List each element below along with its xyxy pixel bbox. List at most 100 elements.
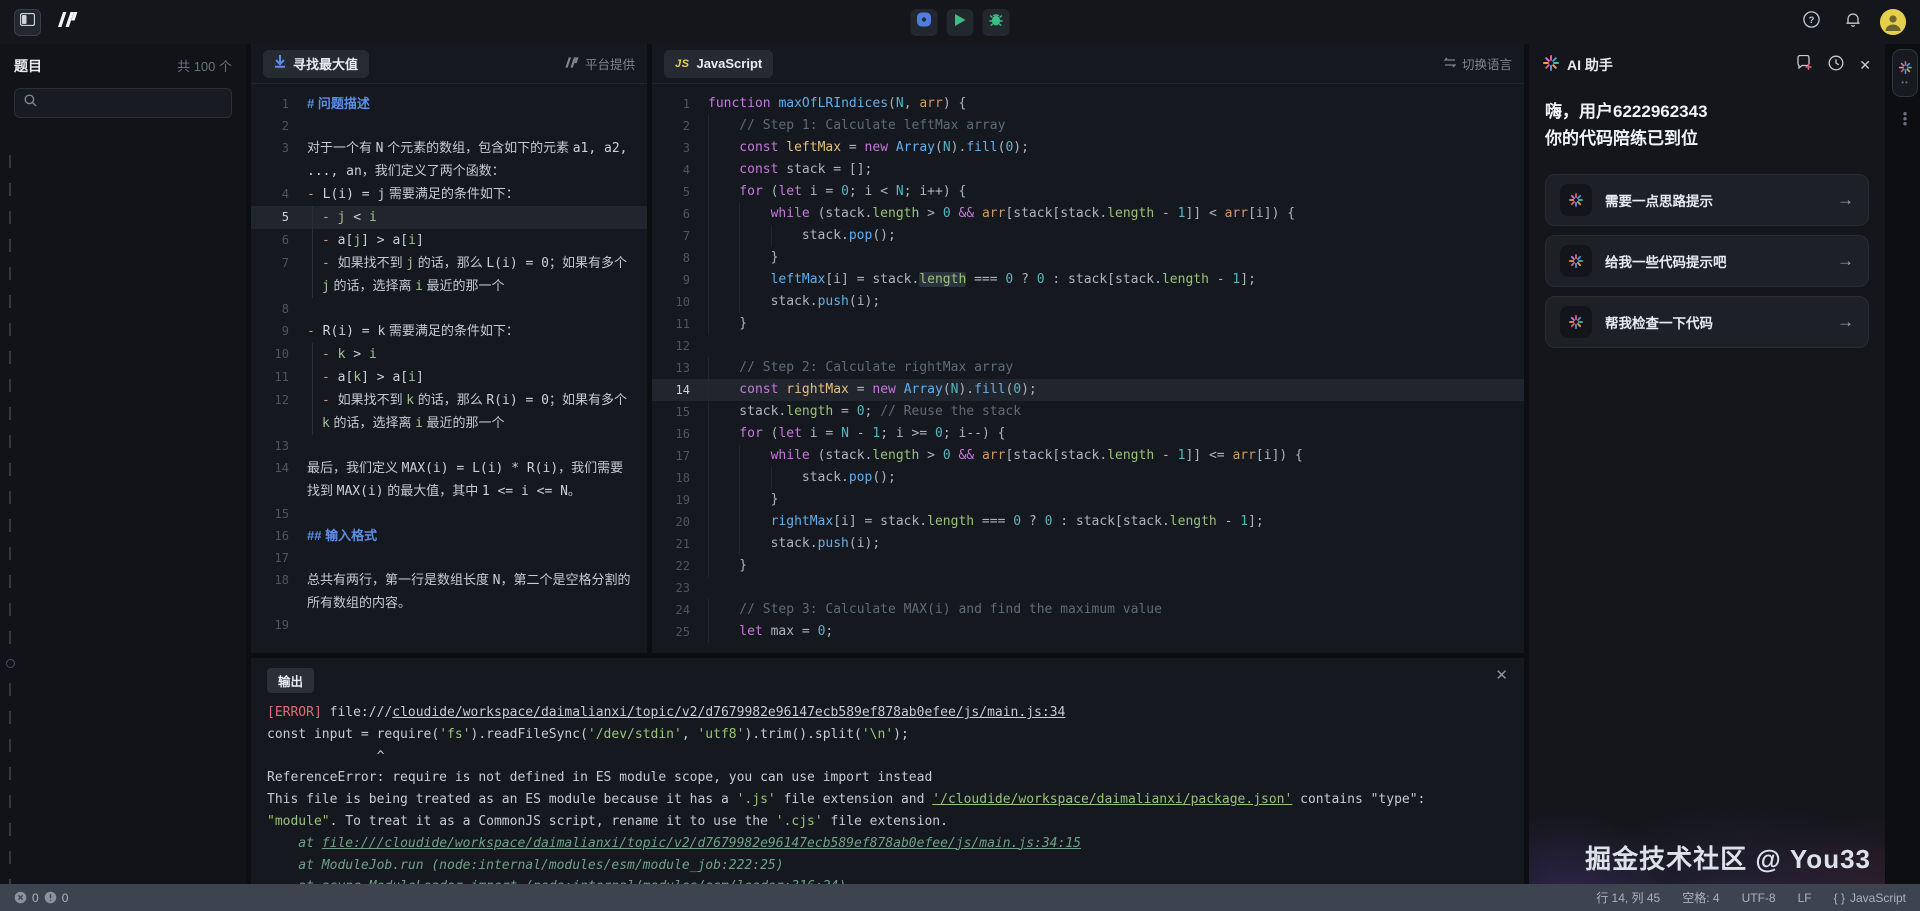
- language-badge[interactable]: JS JavaScript: [664, 50, 773, 78]
- language-label: JavaScript: [696, 56, 762, 71]
- code-line[interactable]: 7stack.pop();: [652, 225, 1524, 247]
- stack-file-link[interactable]: file:///cloudide/workspace/daimalianxi/t…: [322, 836, 1081, 851]
- eol-status[interactable]: LF: [1798, 891, 1812, 905]
- code-editor[interactable]: 1function maxOfLRIndices(N, arr) {2// St…: [652, 84, 1524, 653]
- problem-line[interactable]: 1# 问题描述: [251, 93, 647, 115]
- line-number: 18: [652, 467, 708, 489]
- code-line[interactable]: 13// Step 2: Calculate rightMax array: [652, 357, 1524, 379]
- suggestion-sparkle-icon: [1560, 245, 1592, 277]
- switch-language-button[interactable]: 切换语言: [1444, 54, 1512, 73]
- code-line[interactable]: 14const rightMax = new Array(N).fill(0);: [652, 379, 1524, 401]
- code-line[interactable]: 24// Step 3: Calculate MAX(i) and find t…: [652, 599, 1524, 621]
- ai-toggle-tab[interactable]: ••: [1892, 49, 1918, 97]
- search-box[interactable]: [14, 88, 232, 118]
- output-tab[interactable]: 输出: [267, 668, 314, 693]
- problem-line[interactable]: 10- k > i: [251, 343, 647, 366]
- code-line[interactable]: 9leftMax[i] = stack.length === 0 ? 0 : s…: [652, 269, 1524, 291]
- search-input[interactable]: [43, 96, 222, 111]
- output-segment: 'fs': [439, 727, 470, 742]
- language-status[interactable]: { } JavaScript: [1834, 891, 1906, 905]
- code-line[interactable]: 6while (stack.length > 0 && arr[stack[st…: [652, 203, 1524, 225]
- line-number: 10: [251, 343, 307, 366]
- ai-close-button[interactable]: ✕: [1859, 57, 1871, 74]
- problem-line[interactable]: 3对于一个有 N 个元素的数组，包含如下的元素 a1, a2, ..., an，…: [251, 137, 647, 183]
- indent-info[interactable]: 空格: 4: [1682, 889, 1719, 906]
- text-segment: # 问题描述: [307, 96, 370, 111]
- cursor-position[interactable]: 行 14, 列 45: [1596, 889, 1660, 906]
- line-number: 8: [251, 298, 307, 320]
- history-clock-icon[interactable]: [1828, 55, 1844, 76]
- problem-line[interactable]: 2: [251, 115, 647, 137]
- problem-line[interactable]: 12- 如果找不到 k 的话，那么 R(i) = 0；如果有多个 k 的话，选择…: [251, 389, 647, 435]
- problem-line[interactable]: 4- L(i) = j 需要满足的条件如下：: [251, 183, 647, 206]
- package-json-link[interactable]: '/cloudide/workspace/daimalianxi/package…: [932, 792, 1292, 807]
- code-line[interactable]: 5for (let i = 0; i < N; i++) {: [652, 181, 1524, 203]
- problem-line[interactable]: 8: [251, 298, 647, 320]
- stop-button[interactable]: [911, 9, 938, 36]
- code-line[interactable]: 16for (let i = N - 1; i >= 0; i--) {: [652, 423, 1524, 445]
- problem-title-pill[interactable]: 寻找最大值: [263, 50, 369, 78]
- problem-line[interactable]: 17: [251, 547, 647, 569]
- code-line[interactable]: 10stack.push(i);: [652, 291, 1524, 313]
- user-avatar[interactable]: [1880, 9, 1906, 35]
- line-number: 2: [251, 115, 307, 137]
- problem-editor[interactable]: 1# 问题描述23对于一个有 N 个元素的数组，包含如下的元素 a1, a2, …: [251, 84, 647, 653]
- code-line[interactable]: 15stack.length = 0; // Reuse the stack: [652, 401, 1524, 423]
- code-token: push: [818, 294, 849, 309]
- warnings-indicator[interactable]: 0: [44, 891, 69, 905]
- code-line[interactable]: 8}: [652, 247, 1524, 269]
- problem-line[interactable]: 13: [251, 435, 647, 457]
- run-button[interactable]: [947, 9, 974, 36]
- ai-suggestion-card[interactable]: 需要一点思路提示→: [1545, 174, 1869, 226]
- ai-suggestion-card[interactable]: 给我一些代码提示吧→: [1545, 235, 1869, 287]
- code-line[interactable]: 22}: [652, 555, 1524, 577]
- output-segment: ).trim().split(: [744, 727, 861, 742]
- code-line[interactable]: 21stack.push(i);: [652, 533, 1524, 555]
- code-line[interactable]: 18stack.pop();: [652, 467, 1524, 489]
- code-line[interactable]: 23: [652, 577, 1524, 599]
- output-segment: ^: [267, 749, 384, 764]
- problem-line[interactable]: 15: [251, 503, 647, 525]
- problem-line[interactable]: 18总共有两行，第一行是数组长度 N，第二个是空格分割的所有数组的内容。: [251, 569, 647, 614]
- code-line[interactable]: 25let max = 0;: [652, 621, 1524, 643]
- problem-line[interactable]: 11- a[k] > a[i]: [251, 366, 647, 389]
- error-file-link[interactable]: cloudide/workspace/daimalianxi/topic/v2/…: [392, 705, 1065, 720]
- problem-line[interactable]: 7- 如果找不到 j 的话，那么 L(i) = 0；如果有多个 j 的话，选择离…: [251, 252, 647, 298]
- problem-line[interactable]: 6- a[j] > a[i]: [251, 229, 647, 252]
- output-line: at async ModuleLoader.import (node:inter…: [267, 876, 1508, 884]
- code-line[interactable]: 19}: [652, 489, 1524, 511]
- text-segment: j: [406, 256, 414, 271]
- more-options-button[interactable]: •••: [1903, 111, 1908, 126]
- code-token: -: [1209, 272, 1232, 287]
- output-close-button[interactable]: ✕: [1495, 668, 1508, 683]
- problem-line[interactable]: 5- j < i: [251, 206, 647, 229]
- problem-line[interactable]: 16## 输入格式: [251, 525, 647, 547]
- code-line[interactable]: 11}: [652, 313, 1524, 335]
- code-token: &&: [958, 206, 974, 221]
- code-token: 0: [857, 404, 865, 419]
- sidebar: 题目 共 100 个: [0, 44, 246, 884]
- problem-line-text: 对于一个有 N 个元素的数组，包含如下的元素 a1, a2, ..., an，我…: [307, 137, 647, 183]
- code-line[interactable]: 12: [652, 335, 1524, 357]
- code-line[interactable]: 17while (stack.length > 0 && arr[stack[s…: [652, 445, 1524, 467]
- ai-suggestion-card[interactable]: 帮我检查一下代码→: [1545, 296, 1869, 348]
- code-line[interactable]: 20rightMax[i] = stack.length === 0 ? 0 :…: [652, 511, 1524, 533]
- new-chat-button[interactable]: [1796, 55, 1813, 76]
- code-line[interactable]: 1function maxOfLRIndices(N, arr) {: [652, 93, 1524, 115]
- problem-line[interactable]: 9- R(i) = k 需要满足的条件如下：: [251, 320, 647, 343]
- problem-line[interactable]: 19: [251, 614, 647, 636]
- problem-line-text: - L(i) = j 需要满足的条件如下：: [307, 183, 647, 206]
- problem-header: 寻找最大值 平台提供: [251, 44, 647, 84]
- code-line[interactable]: 3const leftMax = new Array(N).fill(0);: [652, 137, 1524, 159]
- output-segment: at ModuleJob.run (node:internal/modules/…: [267, 858, 784, 873]
- sidebar-toggle-button[interactable]: [14, 9, 41, 36]
- marscode-logo[interactable]: [53, 9, 80, 36]
- errors-indicator[interactable]: 0: [14, 891, 39, 905]
- debug-button[interactable]: [983, 9, 1010, 36]
- notifications-button[interactable]: [1839, 9, 1866, 36]
- help-button[interactable]: ?: [1798, 9, 1825, 36]
- code-line[interactable]: 2// Step 1: Calculate leftMax array: [652, 115, 1524, 137]
- problem-line[interactable]: 14最后，我们定义 MAX(i) = L(i) * R(i)，我们需要找到 MA…: [251, 457, 647, 503]
- encoding-status[interactable]: UTF-8: [1742, 891, 1776, 905]
- code-line[interactable]: 4const stack = [];: [652, 159, 1524, 181]
